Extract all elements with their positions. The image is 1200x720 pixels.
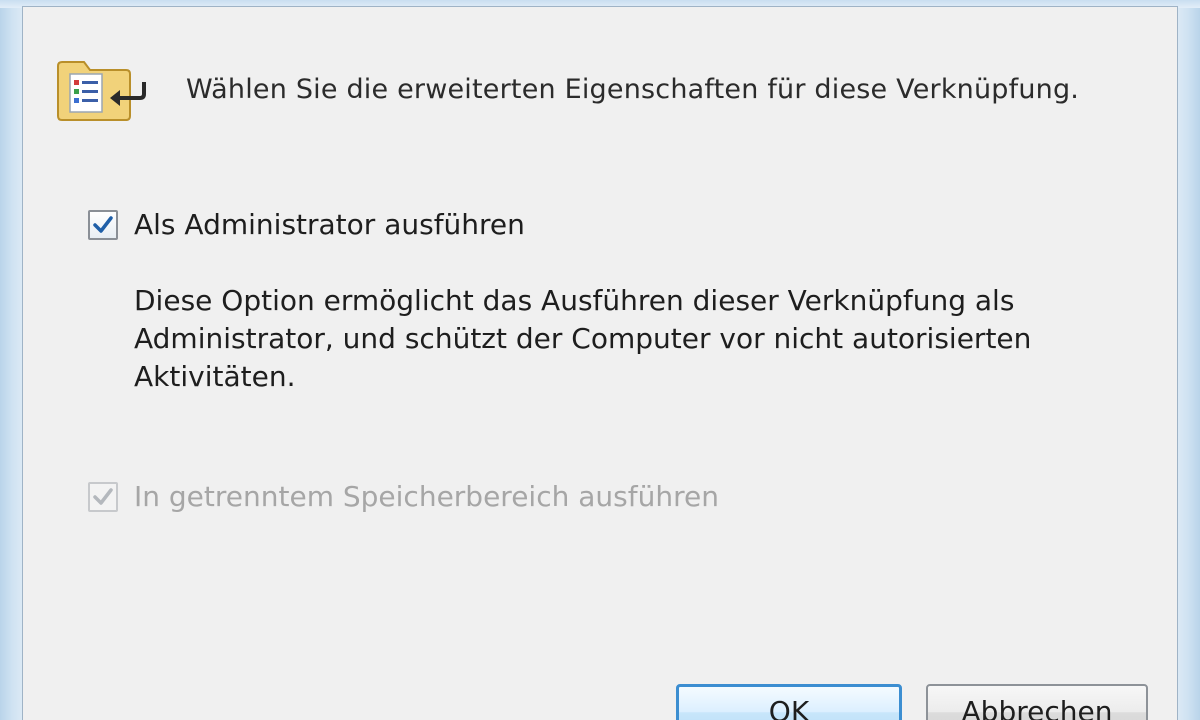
ok-button[interactable]: OK [676,684,902,720]
cancel-button[interactable]: Abbrechen [926,684,1148,720]
checkmark-icon [93,488,113,505]
shortcut-properties-icon [57,61,146,121]
run-as-admin-checkbox[interactable] [88,210,118,240]
run-as-admin-label[interactable]: Als Administrator ausführen [134,208,525,241]
separate-memory-checkbox[interactable] [88,482,118,512]
checkmark-icon [93,216,113,233]
dialog-instruction: Wählen Sie die erweiterten Eigenschaften… [186,74,1080,105]
separate-memory-label[interactable]: In getrenntem Speicherbereich ausführen [134,480,719,513]
run-as-admin-description: Diese Option ermöglicht das Ausführen di… [134,284,1032,393]
